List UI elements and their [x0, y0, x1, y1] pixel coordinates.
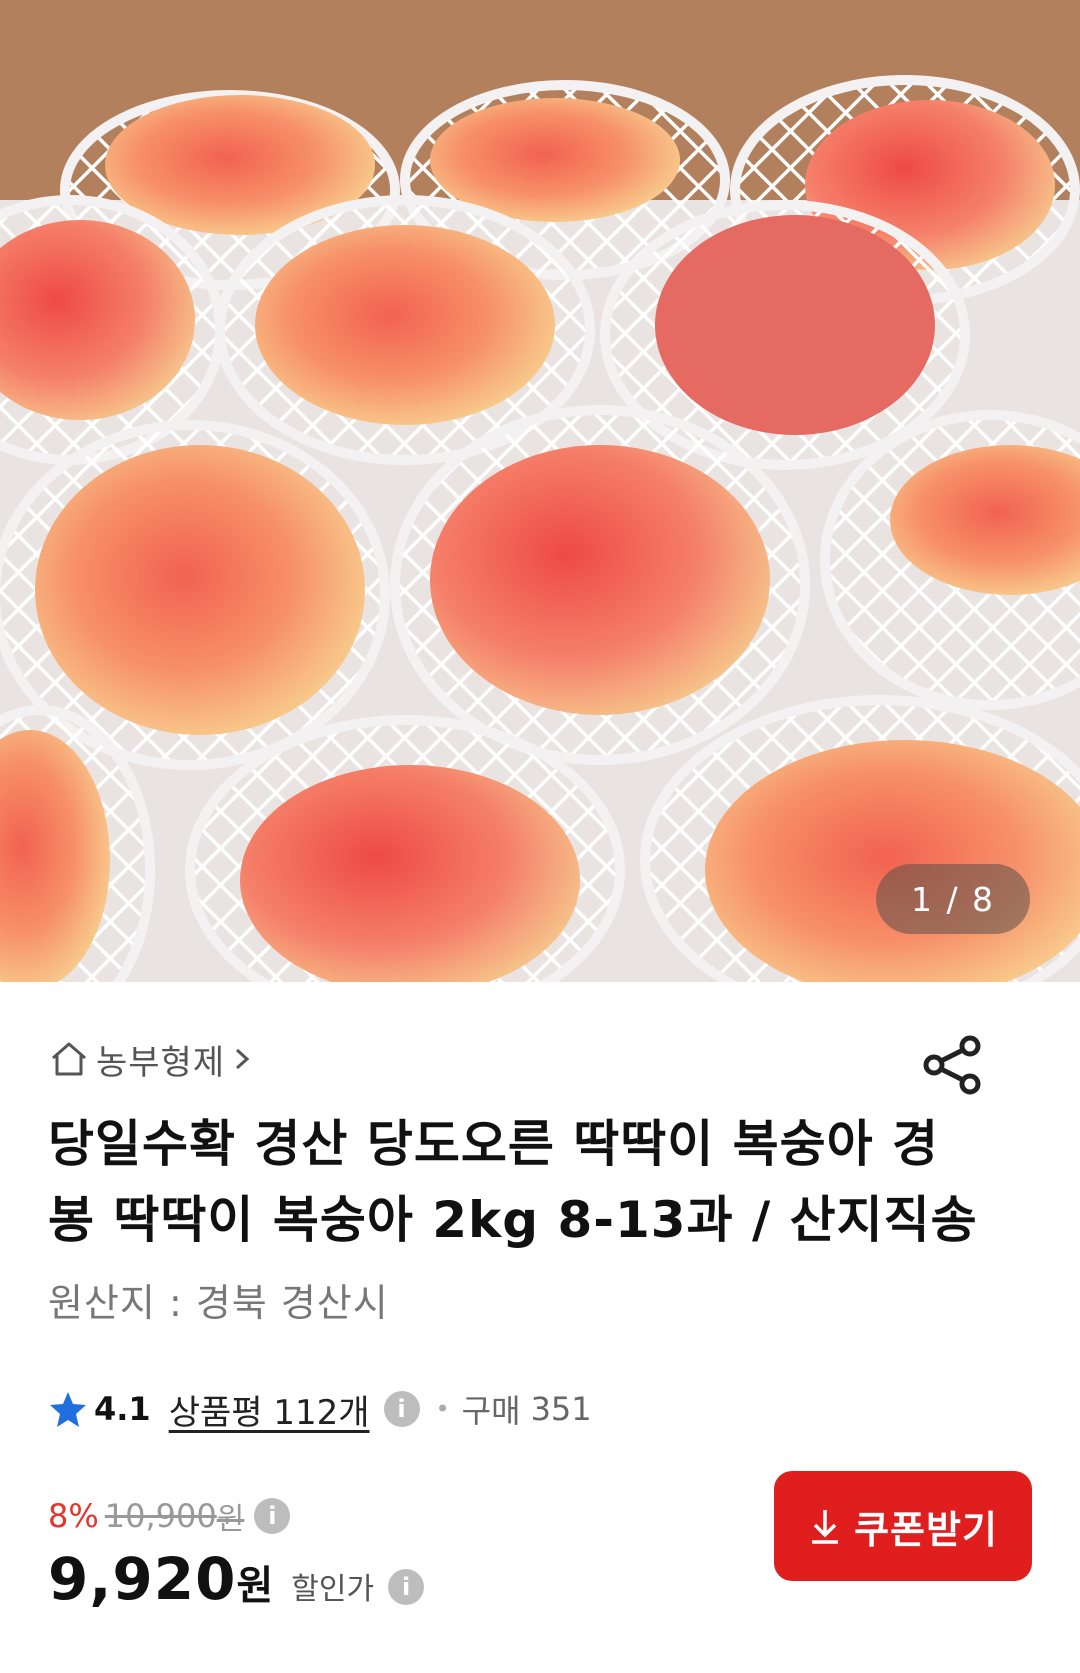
price-block: 8% 10,900 원 i 9,920 원 할인가 i 쿠폰받기 [48, 1471, 1032, 1621]
info-icon[interactable]: i [254, 1498, 291, 1534]
reviews-link[interactable]: 상품평 112개 [169, 1385, 370, 1434]
info-icon[interactable]: i [388, 1569, 425, 1605]
coupon-label: 쿠폰받기 [854, 1507, 998, 1552]
image-counter: 1 / 8 [876, 864, 1030, 934]
sale-price: 9,920 [48, 1545, 237, 1613]
store-name: 농부형제 [96, 1042, 226, 1083]
product-info: 농부형제 당일수확 경산 당도오른 딱딱이 복숭아 경봉 딱딱이 복숭아 2kg… [0, 982, 1080, 1621]
discount-rate: 8% [48, 1497, 99, 1535]
star-icon [50, 1392, 86, 1427]
separator-dot: • [435, 1395, 450, 1423]
chevron-right-icon [236, 1048, 250, 1070]
product-image[interactable]: 1 / 8 [0, 0, 1080, 982]
store-link[interactable]: 농부형제 [48, 1029, 253, 1089]
purchase-count: 351 [530, 1390, 592, 1428]
product-photo [0, 0, 1080, 982]
purchase-label: 구매 [461, 1392, 521, 1430]
original-price-unit: 원 [216, 1502, 245, 1537]
home-icon [52, 1042, 86, 1076]
download-icon [812, 1510, 839, 1544]
info-icon[interactable]: i [383, 1391, 420, 1427]
origin-text: 원산지 : 경북 경산시 [48, 1281, 389, 1325]
product-title: 당일수확 경산 당도오른 딱딱이 복숭아 경봉 딱딱이 복숭아 2kg 8-13… [48, 1115, 978, 1249]
rating-score: 4.1 [94, 1390, 151, 1428]
sale-price-unit: 원 [236, 1563, 274, 1609]
share-icon[interactable] [922, 1034, 984, 1096]
sale-label: 할인가 [291, 1572, 375, 1607]
store-row: 농부형제 [48, 982, 1032, 1106]
rating-row: 4.1 상품평 112개 i • 구매 351 [48, 1379, 1032, 1439]
coupon-button[interactable]: 쿠폰받기 [774, 1471, 1032, 1581]
original-price: 10,900 [104, 1497, 217, 1535]
